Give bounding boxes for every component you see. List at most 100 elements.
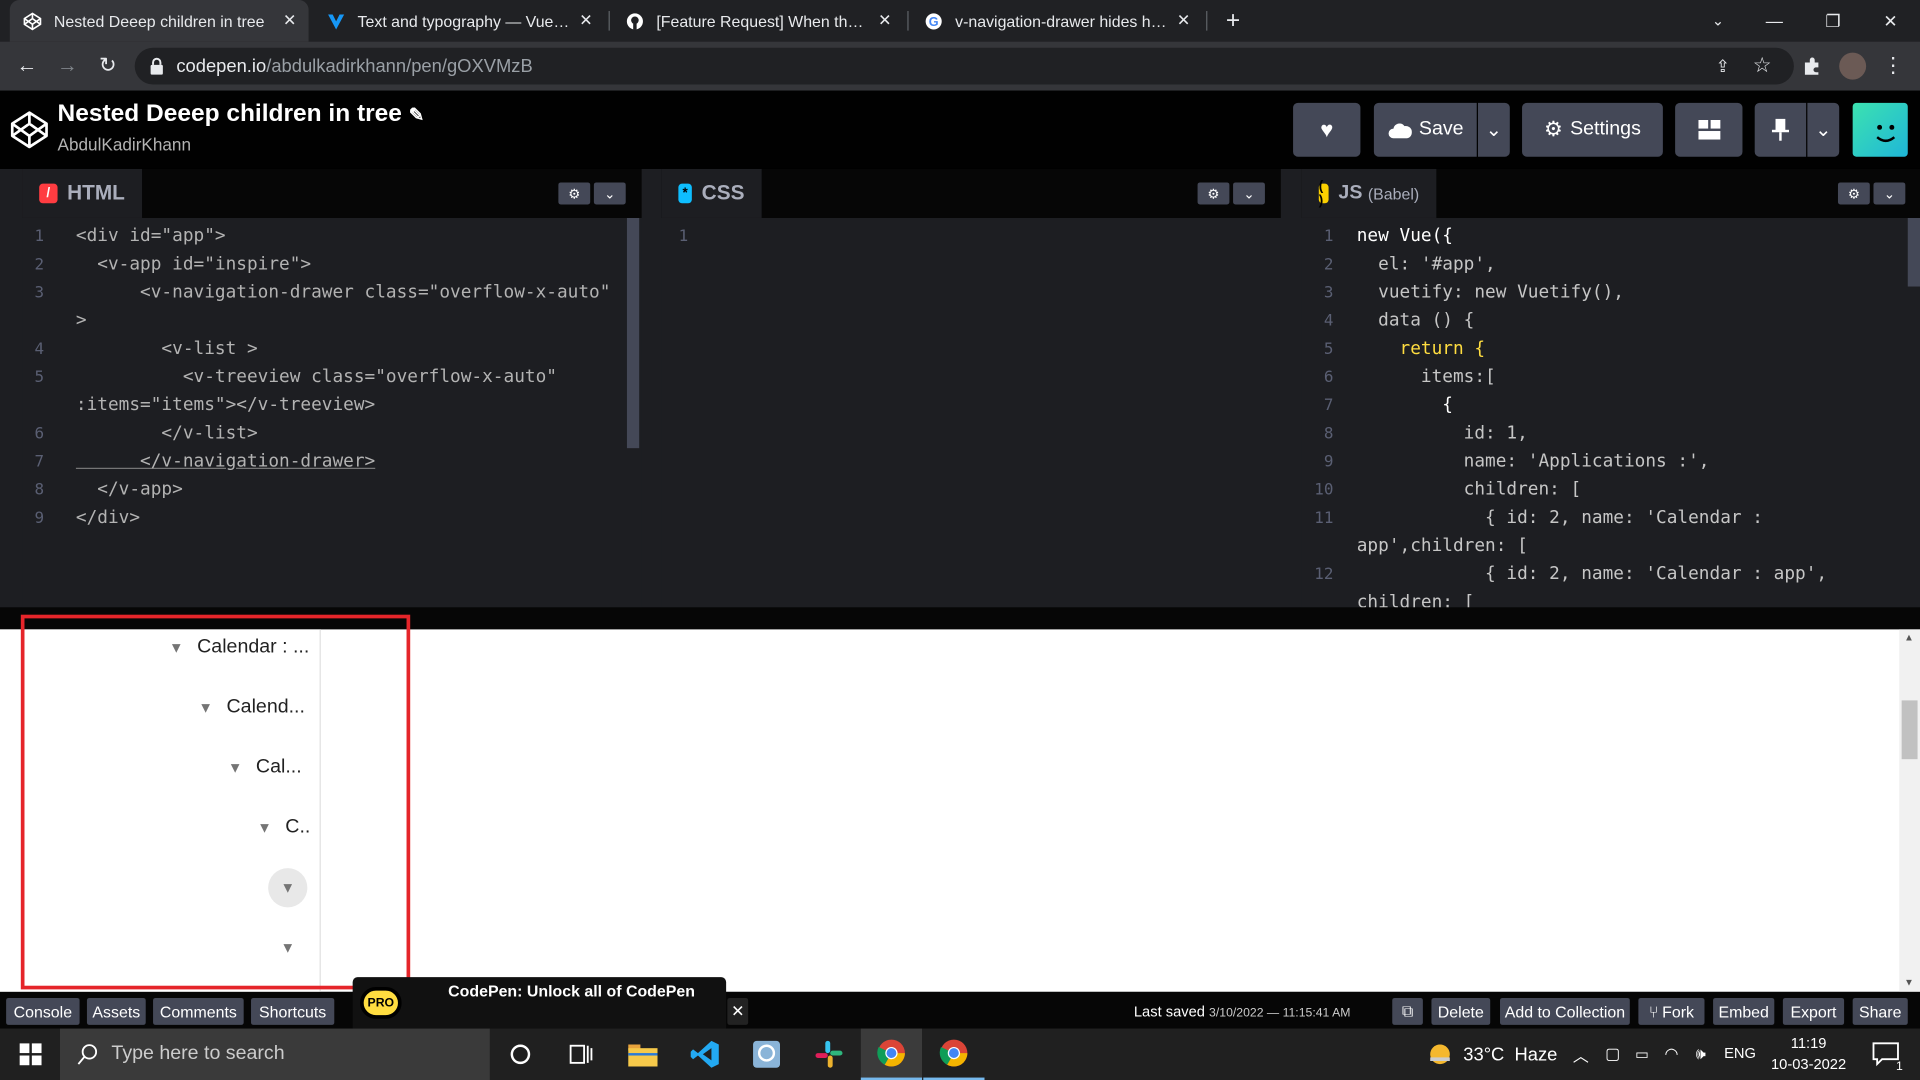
js-pane-tab[interactable]: ( ) JS (Babel) bbox=[1301, 168, 1437, 218]
close-icon[interactable]: ✕ bbox=[283, 11, 296, 31]
css-editor-pane: * CSS ⚙ ⌄ 1 bbox=[661, 168, 1281, 608]
browser-menu-icon[interactable]: ⋮ bbox=[1876, 49, 1910, 83]
tab-separator bbox=[907, 11, 909, 31]
code-line: app',children: [ bbox=[1356, 536, 1528, 556]
change-view-button[interactable] bbox=[1675, 102, 1743, 157]
scroll-down-arrow-icon[interactable]: ▼ bbox=[1904, 977, 1914, 988]
open-external-icon[interactable]: ⧉ bbox=[1392, 997, 1423, 1025]
heart-button[interactable]: ♥ bbox=[1293, 102, 1361, 157]
reload-icon[interactable]: ↻ bbox=[91, 49, 125, 83]
volume-icon[interactable]: 🕪 bbox=[1687, 1029, 1714, 1080]
github-icon bbox=[624, 11, 644, 31]
close-icon[interactable]: ✕ bbox=[1177, 11, 1190, 31]
close-icon[interactable]: ✕ bbox=[579, 11, 592, 31]
preview-scroll-thumb[interactable] bbox=[1901, 700, 1918, 760]
comments-button[interactable]: Comments bbox=[153, 997, 244, 1025]
code-line: { id: 2, name: 'Calendar : app', bbox=[1356, 564, 1828, 585]
save-button[interactable]: Save bbox=[1373, 102, 1477, 157]
pencil-icon[interactable]: ✎ bbox=[409, 105, 424, 126]
fork-button[interactable]: ⑂ Fork bbox=[1638, 997, 1705, 1025]
chrome-profile-taskbar-icon[interactable] bbox=[923, 1029, 985, 1080]
profile-avatar[interactable] bbox=[1836, 49, 1870, 83]
code-line: </v-app> bbox=[75, 480, 183, 500]
taskbar-search-box[interactable]: Type here to search bbox=[60, 1028, 490, 1080]
slack-icon[interactable] bbox=[798, 1029, 859, 1080]
input-language[interactable]: ENG bbox=[1724, 1044, 1756, 1061]
js-code[interactable]: 1 2 3 4 5 6 7 8 9 10 11 12 new Vue({ el:… bbox=[1302, 217, 1920, 607]
save-dropdown-chevron-icon[interactable]: ⌄ bbox=[1477, 102, 1510, 157]
cortana-icon[interactable] bbox=[490, 1029, 551, 1080]
settings-button[interactable]: ⚙ Settings bbox=[1522, 102, 1663, 157]
user-avatar[interactable] bbox=[1852, 102, 1908, 157]
share-button[interactable]: Share bbox=[1852, 997, 1908, 1025]
css-code[interactable]: 1 bbox=[661, 218, 1281, 607]
back-icon[interactable]: ← bbox=[10, 49, 44, 83]
assets-button[interactable]: Assets bbox=[86, 997, 146, 1025]
wifi-icon[interactable]: ◠ bbox=[1658, 1029, 1685, 1080]
css-settings-gear-icon[interactable]: ⚙ bbox=[1197, 182, 1230, 205]
address-bar[interactable]: codepen.io/abdulkadirkhann/pen/gOXVMzB bbox=[134, 47, 1794, 85]
preview-scrollbar[interactable]: ▲ ▼ bbox=[1899, 629, 1920, 992]
windows-start-icon[interactable] bbox=[0, 1029, 61, 1080]
code-line: vuetify: new Vuetify(), bbox=[1356, 282, 1624, 303]
tab-search-chevron-icon[interactable]: ⌄ bbox=[1690, 0, 1746, 42]
forward-icon[interactable]: → bbox=[50, 49, 84, 83]
promo-close-icon[interactable]: ✕ bbox=[727, 997, 749, 1025]
weather-widget[interactable]: 33°C Haze bbox=[1427, 1029, 1557, 1080]
line-number: 1 bbox=[1323, 227, 1334, 247]
browser-tab-vuetify[interactable]: Text and typography — Vuetify ✕ bbox=[313, 0, 604, 42]
js-editor-scrollbar[interactable] bbox=[1907, 217, 1920, 287]
codepen-logo-icon[interactable] bbox=[10, 110, 49, 155]
notification-center-icon[interactable]: 1 bbox=[1861, 1029, 1910, 1080]
embed-button[interactable]: Embed bbox=[1713, 997, 1775, 1025]
line-number: 1 bbox=[678, 227, 689, 247]
browser-tab-github[interactable]: [Feature Request] When the cont ✕ bbox=[612, 0, 903, 42]
pin-dropdown-chevron-icon[interactable]: ⌄ bbox=[1807, 102, 1840, 157]
pro-promo-banner[interactable]: PRO CodePen: Unlock all of CodePen bbox=[352, 977, 727, 1029]
css-collapse-chevron-icon[interactable]: ⌄ bbox=[1233, 182, 1265, 205]
shortcuts-button[interactable]: Shortcuts bbox=[251, 997, 335, 1025]
html-collapse-chevron-icon[interactable]: ⌄ bbox=[593, 182, 626, 205]
heart-icon: ♥ bbox=[1320, 116, 1334, 142]
pen-title[interactable]: Nested Deeep children in tree ✎ bbox=[58, 100, 425, 128]
code-line: <v-navigation-drawer class="overflow-x-a… bbox=[75, 282, 611, 303]
restore-button[interactable]: ❐ bbox=[1805, 0, 1861, 42]
chrome-taskbar-icon[interactable] bbox=[860, 1028, 923, 1080]
meet-now-icon[interactable]: ▢ bbox=[1599, 1029, 1626, 1080]
extensions-puzzle-icon[interactable] bbox=[1795, 49, 1829, 83]
html-pane-tab[interactable]: / HTML bbox=[22, 168, 143, 218]
scroll-up-arrow-icon[interactable]: ▲ bbox=[1904, 632, 1914, 643]
minimize-button[interactable]: — bbox=[1746, 0, 1802, 42]
html-code[interactable]: 1 2 3 4 5 6 7 8 9 <div id="app"> <v-app … bbox=[22, 217, 642, 607]
code-line: data () { bbox=[1356, 311, 1475, 331]
share-icon[interactable]: ⇪ bbox=[1706, 49, 1740, 83]
close-icon[interactable]: ✕ bbox=[878, 11, 891, 31]
task-view-icon[interactable] bbox=[551, 1029, 612, 1080]
code-line: </v-list> bbox=[75, 423, 258, 444]
delete-button[interactable]: Delete bbox=[1431, 997, 1491, 1025]
annotation-highlight-box bbox=[20, 614, 411, 990]
js-editor-pane: ( ) JS (Babel) ⚙ ⌄ 1 2 3 4 5 6 7 8 9 10 … bbox=[1301, 168, 1920, 608]
browser-tab-google[interactable]: G v-navigation-drawer hides horizo ✕ bbox=[911, 0, 1202, 42]
browser-tab-codepen[interactable]: Nested Deeep children in tree ✕ bbox=[9, 0, 309, 42]
battery-icon[interactable]: ▭ bbox=[1629, 1029, 1656, 1080]
window-close-button[interactable]: ✕ bbox=[1862, 0, 1918, 42]
new-tab-button[interactable]: + bbox=[1205, 0, 1261, 42]
vscode-icon[interactable] bbox=[675, 1029, 736, 1080]
line-number: 3 bbox=[1323, 284, 1334, 303]
html-settings-gear-icon[interactable]: ⚙ bbox=[558, 182, 591, 205]
bookmark-star-icon[interactable]: ☆ bbox=[1745, 49, 1779, 83]
photos-app-icon[interactable] bbox=[736, 1029, 797, 1080]
html-editor-scrollbar[interactable] bbox=[626, 217, 640, 449]
js-collapse-chevron-icon[interactable]: ⌄ bbox=[1873, 182, 1906, 205]
export-button[interactable]: Export bbox=[1782, 997, 1845, 1025]
clock[interactable]: 11:19 10-03-2022 bbox=[1763, 1033, 1854, 1075]
console-button[interactable]: Console bbox=[6, 997, 80, 1025]
file-explorer-icon[interactable] bbox=[612, 1029, 673, 1080]
pen-author[interactable]: AbdulKadirKhann bbox=[58, 135, 191, 155]
css-pane-tab[interactable]: * CSS bbox=[661, 168, 762, 218]
pin-button[interactable] bbox=[1754, 102, 1807, 157]
add-to-collection-button[interactable]: Add to Collection bbox=[1500, 997, 1630, 1025]
js-settings-gear-icon[interactable]: ⚙ bbox=[1837, 182, 1870, 205]
tray-chevron-up-icon[interactable]: ︿ bbox=[1567, 1029, 1594, 1080]
